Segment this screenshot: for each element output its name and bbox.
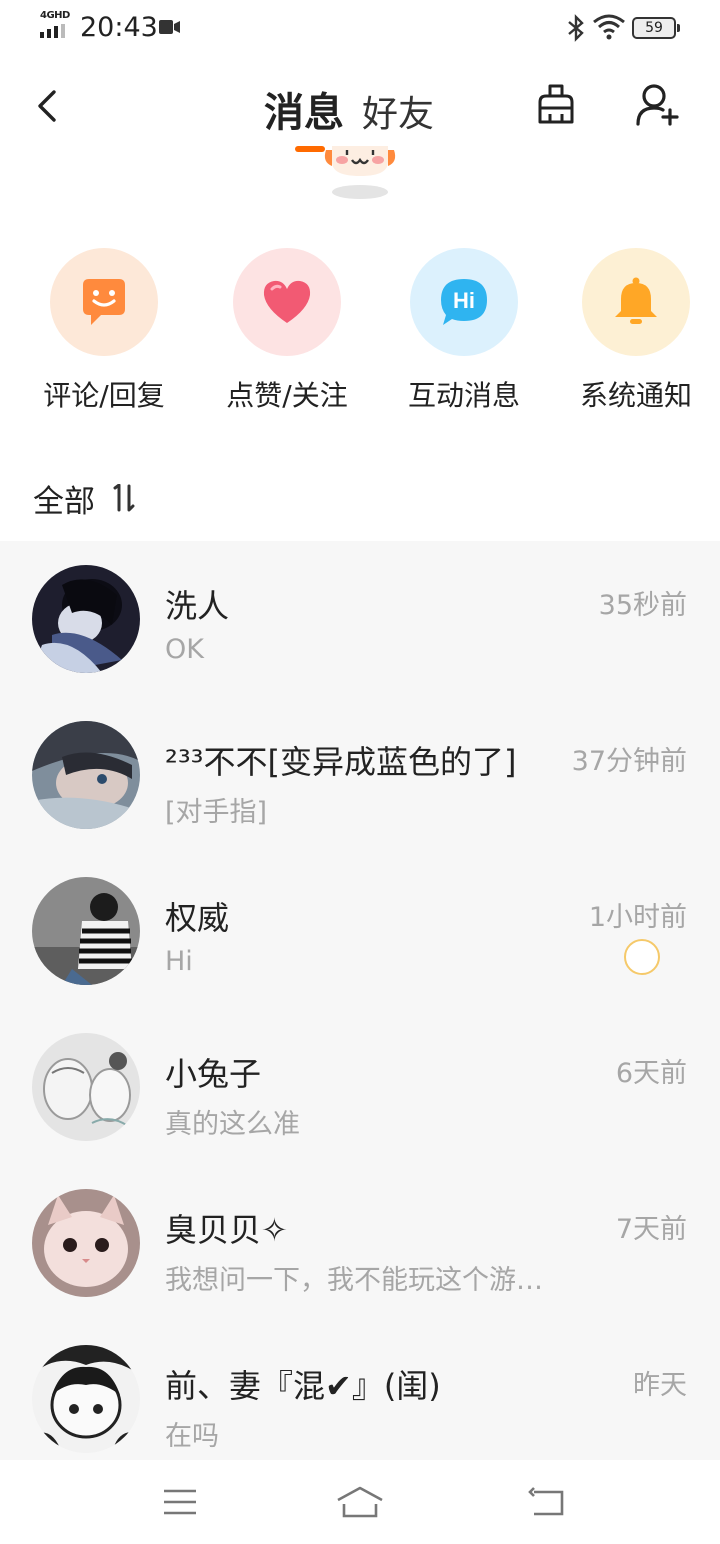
conversation-row[interactable]: 权威 Hi 1小时前 [0,853,720,1009]
add-friend-icon[interactable] [634,82,680,128]
menu-icon[interactable] [150,1482,210,1522]
contact-name: 权威 [165,899,230,937]
network-type: 4GHD [40,10,70,21]
message-time: 35秒前 [598,590,687,621]
system-notifications-label: 系统通知 [579,379,692,412]
svg-text:Hi: Hi [453,288,475,313]
home-icon[interactable] [330,1482,390,1522]
sort-filter[interactable]: 全部 [33,478,139,520]
interactions-label: 互动消息 [407,379,520,412]
contact-name: 臭贝贝✧ [165,1211,288,1249]
message-time: 1小时前 [588,902,687,933]
bell-icon-bg [582,248,690,356]
clear-unread-icon[interactable] [534,82,578,128]
heart-icon-bg [233,248,341,356]
message-preview: 真的这么准 [165,1109,300,1140]
avatar[interactable] [32,565,140,673]
clock: 20:43 [80,12,158,43]
bell-icon [615,277,657,324]
message-preview: 在吗 [165,1421,219,1452]
tab-friends[interactable]: 好友 [362,85,434,137]
comments-replies-button[interactable]: 评论/回复 [24,248,184,418]
conversation-row[interactable]: 前、妻『混✔』(闺) 在吗 昨天 [0,1321,720,1460]
heart-icon [263,280,311,323]
likes-follows-label: 点赞/关注 [226,379,348,412]
avatar[interactable] [32,1033,140,1141]
status-bar: 4GHD 20:43 59 [0,0,720,60]
conversation-row[interactable]: 臭贝贝✧ 我想问一下，我不能玩这个游… 7天前 [0,1165,720,1321]
avatar[interactable] [32,721,140,829]
signal-icon [40,24,65,38]
comment-smile-icon-bg [50,248,158,356]
system-notifications-button[interactable]: 系统通知 [556,248,716,418]
contact-name: ²³³不不[变异成蓝色的了] [165,743,517,781]
hi-bubble-icon: Hi [441,279,487,325]
comments-replies-label: 评论/回复 [43,379,165,412]
conversation-row[interactable]: 小兔子 真的这么准 6天前 [0,1009,720,1165]
message-preview: OK [165,634,204,665]
contact-name: 洗人 [165,587,230,625]
battery-level: 59 [645,20,663,36]
system-navigation-bar [0,1460,720,1544]
comment-smile-icon [83,279,125,325]
avatar[interactable] [32,1189,140,1297]
loading-indicator [624,939,660,975]
battery-icon: 59 [632,17,680,39]
hi-bubble-icon-bg: Hi [410,248,518,356]
conversation-list[interactable]: 洗人 OK 35秒前 ²³³不不[变异成蓝色的了] [对手指] 37分钟前 权威… [0,541,720,1460]
message-preview: [对手指] [165,797,268,828]
conversation-row[interactable]: ²³³不不[变异成蓝色的了] [对手指] 37分钟前 [0,697,720,853]
sort-icon[interactable] [109,484,139,512]
sort-label: 全部 [33,483,95,520]
tab-bar: 消息 好友 [264,80,434,138]
message-time: 6天前 [615,1058,687,1089]
tab-messages[interactable]: 消息 [264,80,344,138]
message-time: 7天前 [615,1214,687,1245]
message-time: 昨天 [633,1370,687,1401]
message-time: 37分钟前 [571,746,687,777]
contact-name: 小兔子 [165,1055,262,1093]
avatar[interactable] [32,877,140,985]
message-categories: 评论/回复 点赞/关注 Hi 互动消息 系统通知 [0,248,720,428]
likes-follows-button[interactable]: 点赞/关注 [207,248,367,418]
message-preview: 我想问一下，我不能玩这个游… [165,1265,543,1296]
contact-name: 前、妻『混✔』(闺) [165,1367,441,1405]
avatar[interactable] [32,1345,140,1453]
interactions-button[interactable]: Hi 互动消息 [384,248,544,418]
back-icon[interactable] [28,82,68,128]
mascot-icon [324,146,396,199]
video-record-icon [159,20,180,34]
back-nav-icon[interactable] [518,1482,578,1522]
top-bar: 消息 好友 [0,60,720,150]
wifi-icon [593,14,625,40]
message-preview: Hi [165,946,193,977]
bluetooth-icon [568,14,584,42]
conversation-row[interactable]: 洗人 OK 35秒前 [0,541,720,697]
